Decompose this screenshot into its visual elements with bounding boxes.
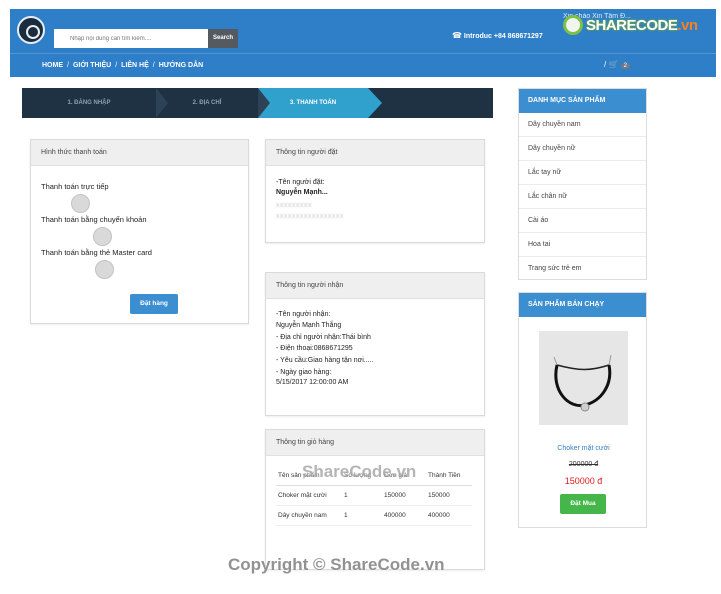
buyer-info-panel: Thông tin người đặt -Tên người đặt: Nguy… xyxy=(265,139,485,243)
place-order-button[interactable]: Đặt hàng xyxy=(130,294,178,314)
table-cell: Dây chuyền nam xyxy=(276,505,342,526)
sharecode-logo-icon xyxy=(563,15,583,35)
sharecode-watermark-logo: SHARECODE.vn xyxy=(563,12,698,38)
category-item[interactable]: Lắc tay nữ xyxy=(519,161,646,185)
table-cell: 400000 xyxy=(382,505,426,526)
main-nav: HOME / GIỚI THIỆU / LIÊN HỆ / HƯỚNG DẪN / 🛒 2 xyxy=(10,53,716,77)
category-item[interactable]: Trang sức trẻ em xyxy=(519,257,646,281)
receiver-phone: - Điện thoại:0868671295 xyxy=(276,345,353,353)
buyer-blurred-field: xxxxxxxxxxxxxxxxx xyxy=(276,213,344,221)
buy-now-button[interactable]: Đặt Mua xyxy=(560,494,606,514)
category-item[interactable]: Cài áo xyxy=(519,209,646,233)
nav-about[interactable]: GIỚI THIỆU xyxy=(73,62,111,69)
checkout-steps: 1. ĐĂNG NHẬP 2. ĐỊA CHỈ 3. THANH TOÁN xyxy=(22,88,493,118)
category-item[interactable]: Dây chuyền nữ xyxy=(519,137,646,161)
table-cell: 1 xyxy=(342,485,382,506)
brand-name: SHARECODE xyxy=(586,16,678,34)
site-logo[interactable] xyxy=(17,16,45,44)
payment-option-label: Thanh toán bằng thẻ Master card xyxy=(41,248,152,257)
category-item[interactable]: Hoa tai xyxy=(519,233,646,257)
buyer-name-label: -Tên người đặt: xyxy=(276,179,325,186)
table-cell: 150000 xyxy=(382,485,426,506)
copyright-watermark: Copyright © ShareCode.vn xyxy=(228,555,445,574)
nav-separator: / xyxy=(67,62,69,69)
category-title: DANH MỤC SẢN PHẨM xyxy=(519,89,646,113)
table-cell: Choker mặt cười xyxy=(276,485,342,506)
receiver-name: Nguyễn Mạnh Thắng xyxy=(276,321,342,329)
table-row: Dây chuyền nam 1 400000 400000 xyxy=(276,505,472,526)
nav-home[interactable]: HOME xyxy=(42,62,63,69)
table-cell: 400000 xyxy=(426,505,472,526)
search-input[interactable] xyxy=(54,29,208,48)
bestseller-panel: SẢN PHẨM BÁN CHẠY Choker mặt cười 200000… xyxy=(518,292,647,528)
payment-radio-transfer[interactable] xyxy=(93,227,112,246)
nav-guide[interactable]: HƯỚNG DẪN xyxy=(159,62,203,69)
search-button[interactable]: Search xyxy=(208,29,238,48)
cart-button[interactable]: / 🛒 2 xyxy=(604,60,631,69)
payment-option-label: Thanh toán trực tiếp xyxy=(41,182,109,191)
column-header: Thành Tiền xyxy=(426,468,472,486)
panel-title: Hình thức thanh toán xyxy=(31,140,248,166)
table-cell: 150000 xyxy=(426,485,472,506)
step-login[interactable]: 1. ĐĂNG NHẬP xyxy=(22,88,156,118)
payment-option-label: Thanh toán bằng chuyển khoản xyxy=(41,215,147,224)
nav-separator: / xyxy=(152,62,155,69)
nav-separator: / xyxy=(115,62,118,69)
category-panel: DANH MỤC SẢN PHẨM Dây chuyền nam Dây chu… xyxy=(518,88,647,280)
phone-icon: ☎ xyxy=(452,31,462,40)
payment-radio-direct[interactable] xyxy=(71,194,90,213)
product-new-price: 150000 đ xyxy=(564,476,603,486)
receiver-request: - Yêu cầu:Giao hàng tận nơi..... xyxy=(276,357,374,364)
nav-contact[interactable]: LIÊN HỆ xyxy=(121,62,149,69)
buyer-name: Nguyễn Mạnh... xyxy=(276,188,328,196)
payment-radio-mastercard[interactable] xyxy=(95,260,114,279)
category-item[interactable]: Dây chuyền nam xyxy=(519,113,646,137)
category-item[interactable]: Lắc chân nữ xyxy=(519,185,646,209)
cart-count-badge: 2 xyxy=(620,63,631,69)
delivery-date: 5/15/2017 12:00:00 AM xyxy=(276,378,349,386)
nav-separator: / xyxy=(604,60,607,69)
product-name[interactable]: Choker mặt cười xyxy=(519,445,648,452)
product-image[interactable] xyxy=(539,331,628,425)
bestseller-title: SẢN PHẨM BÁN CHẠY xyxy=(519,293,646,317)
product-old-price: 200000 đ xyxy=(568,461,599,468)
table-cell: 1 xyxy=(342,505,382,526)
receiver-address: - Địa chỉ người nhận:Thái bình xyxy=(276,333,371,341)
receiver-info-panel: Thông tin người nhận -Tên người nhận: Ng… xyxy=(265,272,485,416)
table-row: Choker mặt cười 1 150000 150000 xyxy=(276,485,472,506)
panel-title: Thông tin người đặt xyxy=(266,140,484,166)
cart-info-panel: Thông tin giỏ hàng Tên sản phẩm Số lượng… xyxy=(265,429,485,570)
sharecode-watermark: ShareCode.vn xyxy=(302,462,417,481)
panel-title: Thông tin giỏ hàng xyxy=(266,430,484,456)
brand-tld: .vn xyxy=(677,16,698,34)
panel-title: Thông tin người nhận xyxy=(266,273,484,299)
cart-icon[interactable]: 🛒 xyxy=(608,60,618,69)
buyer-blurred-field: xxxxxxxxx xyxy=(276,201,312,209)
choker-necklace-image xyxy=(539,331,628,425)
receiver-name-label: -Tên người nhận: xyxy=(276,311,331,318)
step-address[interactable]: 2. ĐỊA CHỈ xyxy=(156,88,258,118)
step-payment[interactable]: 3. THANH TOÁN xyxy=(258,88,368,118)
contact-text: Introduc +84 868671297 xyxy=(463,33,543,40)
payment-method-panel: Hình thức thanh toán Thanh toán trực tiế… xyxy=(30,139,249,324)
delivery-date-label: - Ngày giao hàng: xyxy=(276,368,332,376)
contact-info: ☎ Introduc +84 868671297 xyxy=(452,31,543,40)
